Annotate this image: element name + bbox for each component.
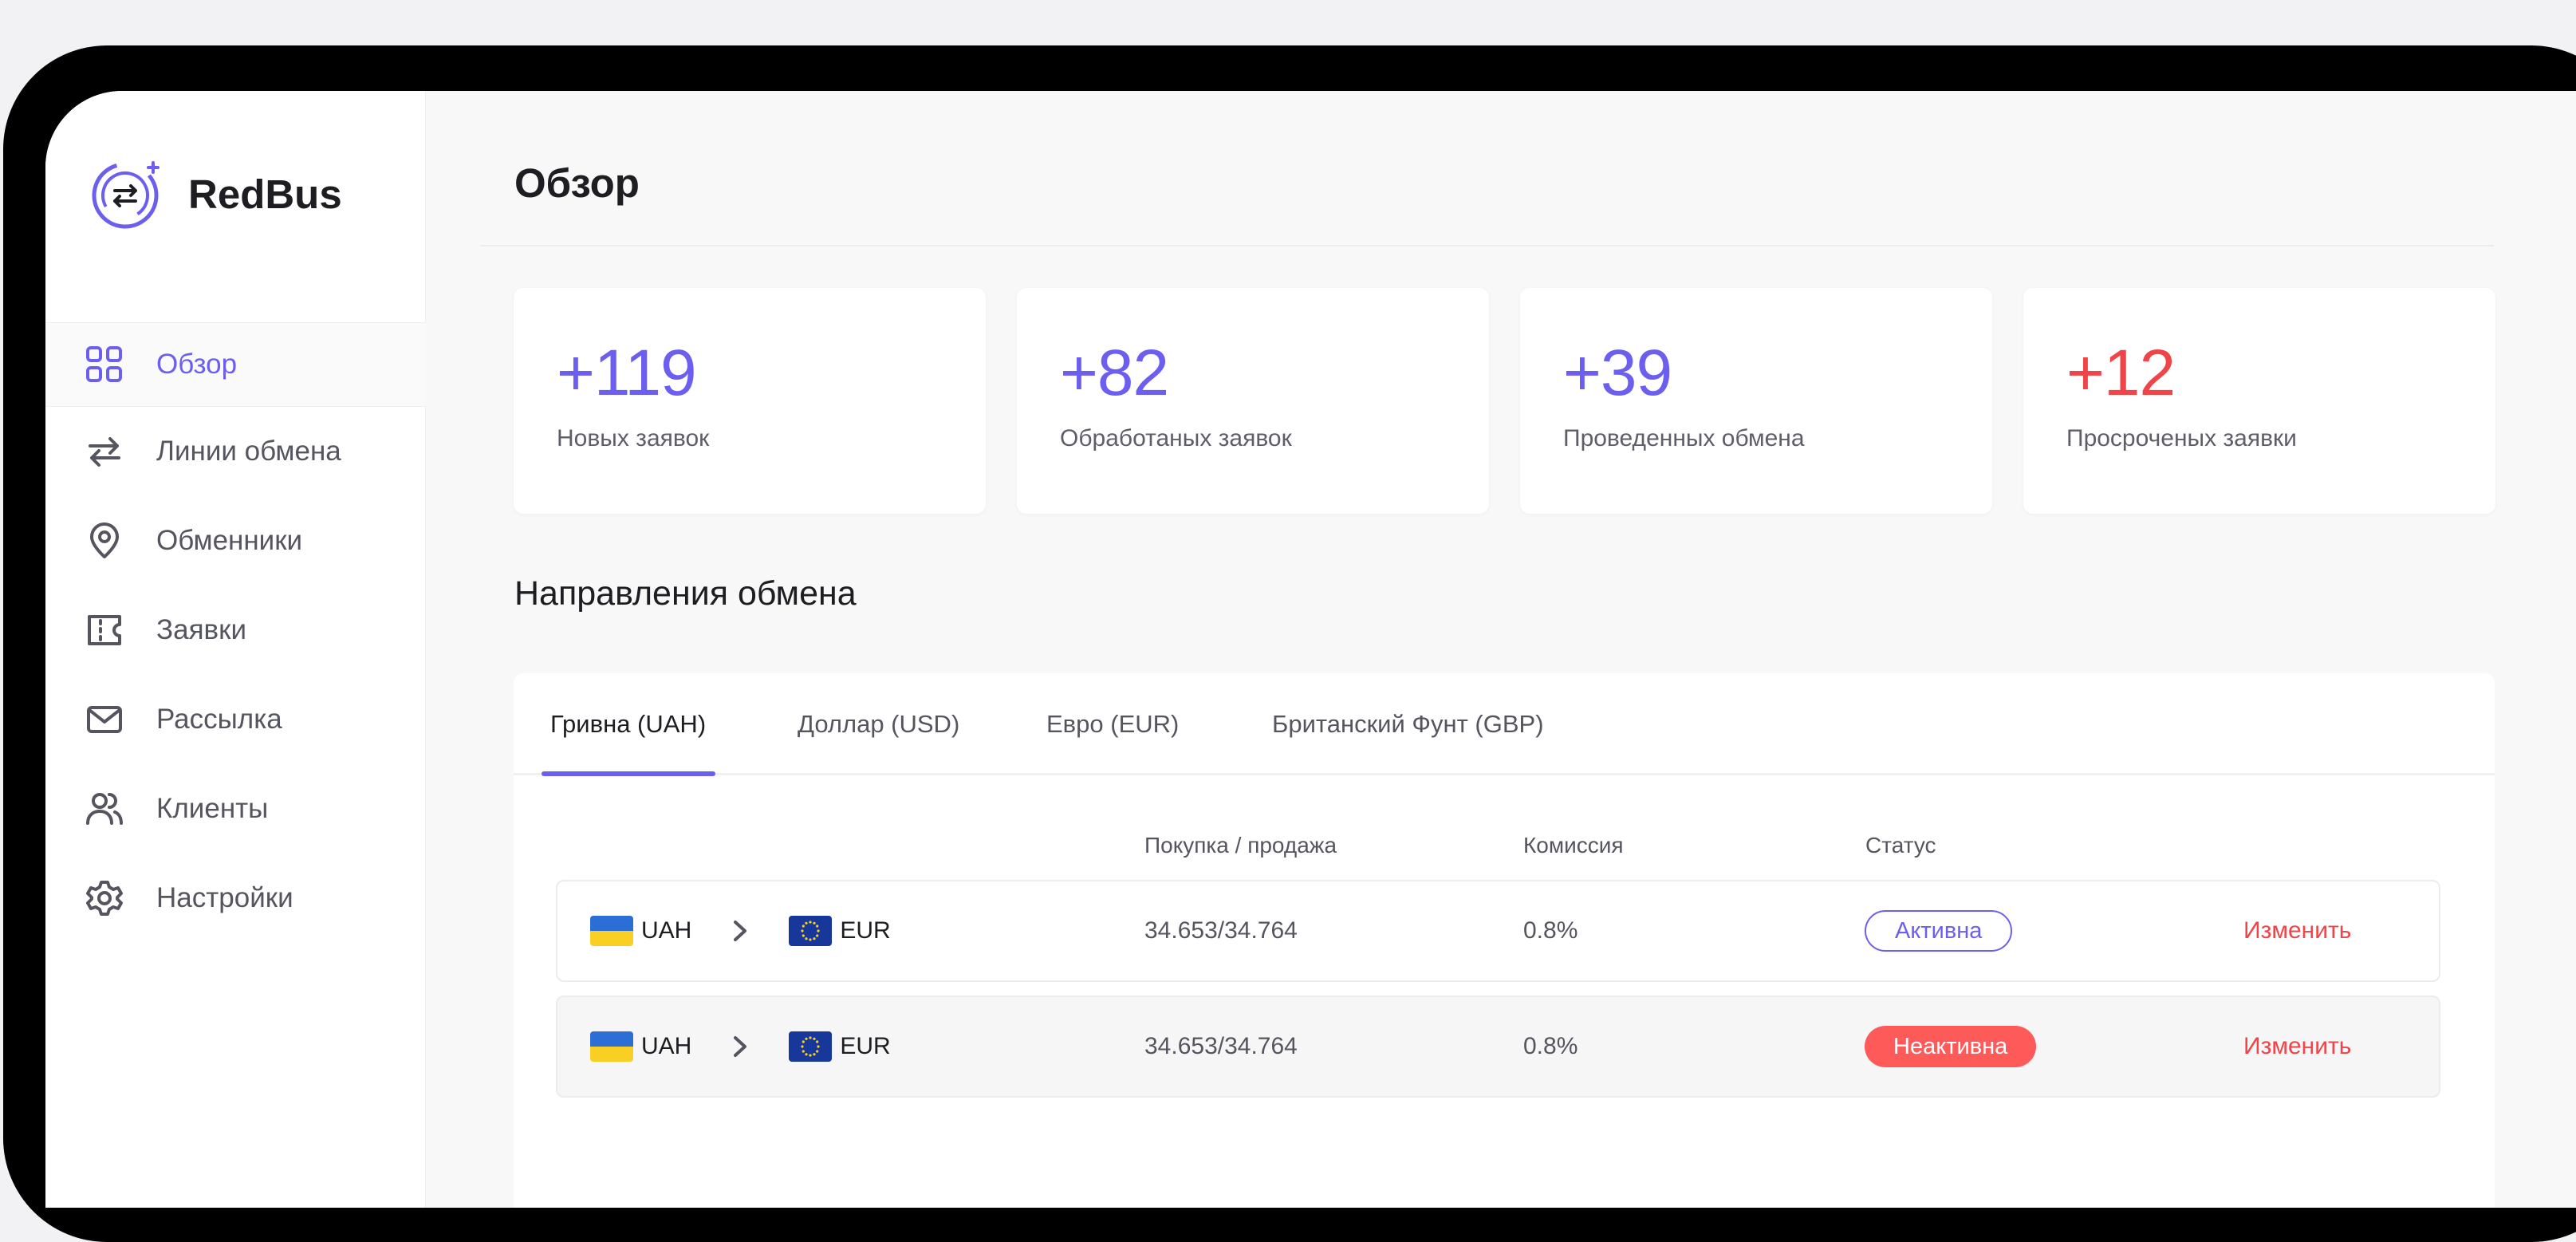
currency-from: UAH [641,917,692,944]
ukraine-flag-icon [590,916,633,946]
column-header-commission: Комиссия [1523,833,1624,858]
column-header-status: Статус [1865,833,1936,858]
sidebar-item-exchange-lines[interactable]: Линии обмена [45,407,426,496]
stat-value: +82 [1060,337,1169,409]
app-name: RedBus [188,171,342,217]
app-screen: RedBus Обзор Линии обмена Обменники Заяв… [45,91,2576,1208]
action-cell: Изменить [2243,997,2351,1096]
sidebar-nav: Обзор Линии обмена Обменники Заявки Расс… [45,323,426,943]
stat-card-new-requests: +119 Новых заявок [514,288,986,514]
sidebar-item-label: Обменники [156,525,303,556]
section-title: Направления обмена [514,574,857,613]
currency-to: EUR [840,917,891,944]
sidebar: RedBus Обзор Линии обмена Обменники Заяв… [45,91,426,1208]
sidebar-item-exchangers[interactable]: Обменники [45,496,426,586]
users-icon [84,788,125,830]
edit-link[interactable]: Изменить [2243,917,2351,944]
chevron-right-icon [734,921,747,941]
sidebar-item-requests[interactable]: Заявки [45,586,426,675]
currency-tabs: Гривна (UAH) Доллар (USD) Евро (EUR) Бри… [514,673,2495,776]
swap-arrows-icon [84,431,125,472]
redbus-logo-icon [92,161,160,229]
status-cell: Неактивна [1865,997,2037,1096]
tab-uah[interactable]: Гривна (UAH) [550,673,706,775]
stat-label: Проведенных обмена [1563,425,1805,451]
stat-value: +39 [1563,337,1672,409]
chevron-right-icon [734,1036,747,1057]
stat-label: Обработаных заявок [1060,425,1292,451]
edit-link[interactable]: Изменить [2243,1033,2351,1060]
tab-eur[interactable]: Евро (EUR) [1046,673,1179,775]
stat-label: Новых заявок [557,425,710,451]
column-header-rate: Покупка / продажа [1144,833,1337,858]
main-content: Обзор +119 Новых заявок +82 Обработаных … [426,91,2576,1208]
ticket-icon [84,609,125,651]
table-row: UAH EUR 34.653/34.764 0.8% Активна Измен… [556,880,2440,982]
commission-value: 0.8% [1523,917,1578,944]
table-row: UAH EUR 34.653/34.764 0.8% Неактивна Изм… [556,996,2440,1098]
sidebar-item-clients[interactable]: Клиенты [45,764,426,854]
currency-pair: UAH EUR [590,997,891,1096]
exchange-directions-panel: Гривна (UAH) Доллар (USD) Евро (EUR) Бри… [514,673,2495,1208]
sidebar-item-label: Обзор [156,349,238,380]
page-title: Обзор [514,160,640,206]
active-tab-indicator [542,771,715,776]
sidebar-item-label: Настройки [156,882,293,913]
rate-value: 34.653/34.764 [1144,1033,1298,1059]
sidebar-item-label: Линии обмена [156,436,341,467]
stat-value: +119 [557,337,697,409]
tab-gbp[interactable]: Британский Фунт (GBP) [1272,673,1544,775]
sidebar-item-label: Рассылка [156,704,282,735]
ukraine-flag-icon [590,1031,633,1062]
stat-label: Просроченых заявки [2066,425,2297,451]
status-badge-inactive: Неактивна [1865,1026,2037,1067]
title-divider [480,245,2494,246]
stat-card-overdue-requests: +12 Просроченых заявки [2023,288,2495,514]
logo[interactable]: RedBus [89,156,342,231]
location-pin-icon [84,520,125,562]
stat-card-processed-requests: +82 Обработаных заявок [1017,288,1489,514]
commission-value: 0.8% [1523,1033,1578,1059]
status-badge-active: Активна [1865,910,2013,952]
currency-pair: UAH EUR [590,881,891,980]
stat-card-completed-exchanges: +39 Проведенных обмена [1520,288,1992,514]
eu-flag-icon [789,1031,833,1062]
status-cell: Активна [1865,881,2013,980]
sidebar-item-mailing[interactable]: Рассылка [45,675,426,764]
action-cell: Изменить [2243,881,2351,980]
tab-usd[interactable]: Доллар (USD) [798,673,959,775]
eu-flag-icon [789,916,833,946]
rate-value: 34.653/34.764 [1144,917,1298,944]
sidebar-item-settings[interactable]: Настройки [45,854,426,943]
gear-icon [84,877,125,919]
sidebar-item-overview[interactable]: Обзор [45,323,426,407]
sidebar-item-label: Клиенты [156,793,269,824]
currency-to: EUR [840,1033,891,1059]
currency-from: UAH [641,1033,692,1059]
stat-value: +12 [2066,337,2176,409]
sidebar-item-label: Заявки [156,614,247,645]
dashboard-grid-icon [84,344,125,385]
envelope-icon [84,699,125,740]
